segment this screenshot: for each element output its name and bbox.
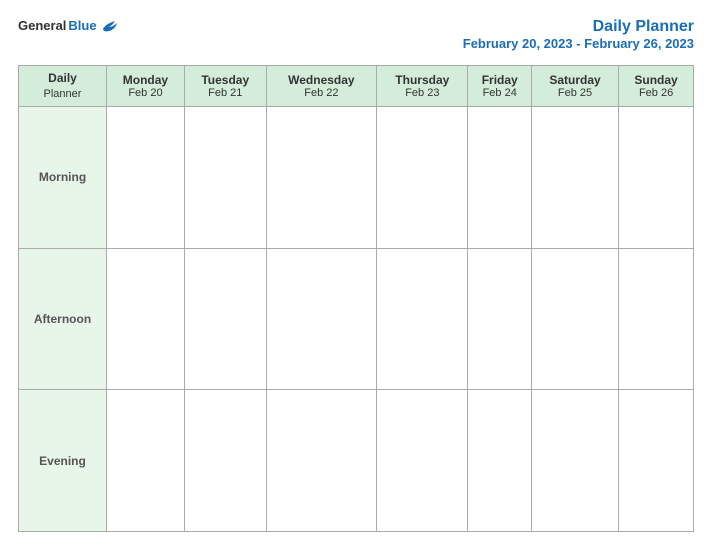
label-day1: Daily (21, 71, 104, 87)
morning-sat-cell[interactable] (531, 106, 618, 248)
thu-name: Thursday (379, 73, 465, 87)
evening-sat-cell[interactable] (531, 390, 618, 532)
tue-date: Feb 21 (187, 87, 264, 99)
title-area: Daily Planner February 20, 2023 - Februa… (463, 18, 694, 51)
logo-general-text: General (18, 18, 66, 33)
morning-sun-cell[interactable] (619, 106, 694, 248)
col-header-wed: Wednesday Feb 22 (266, 66, 377, 107)
afternoon-wed-cell[interactable] (266, 248, 377, 390)
label-day2: Planner (21, 87, 104, 101)
col-header-tue: Tuesday Feb 21 (184, 66, 266, 107)
col-header-sat: Saturday Feb 25 (531, 66, 618, 107)
evening-sun-cell[interactable] (619, 390, 694, 532)
afternoon-sat-cell[interactable] (531, 248, 618, 390)
thu-date: Feb 23 (379, 87, 465, 99)
afternoon-sun-cell[interactable] (619, 248, 694, 390)
tue-name: Tuesday (187, 73, 264, 87)
morning-mon-cell[interactable] (107, 106, 185, 248)
morning-wed-cell[interactable] (266, 106, 377, 248)
col-header-thu: Thursday Feb 23 (377, 66, 468, 107)
afternoon-fri-cell[interactable] (468, 248, 531, 390)
morning-tue-cell[interactable] (184, 106, 266, 248)
logo-blue-text: Blue (68, 18, 96, 33)
logo-bird-icon (101, 19, 119, 33)
evening-thu-cell[interactable] (377, 390, 468, 532)
header-row: Daily Planner Monday Feb 20 Tuesday Feb … (19, 66, 694, 107)
mon-date: Feb 20 (109, 87, 182, 99)
mon-name: Monday (109, 73, 182, 87)
morning-fri-cell[interactable] (468, 106, 531, 248)
afternoon-thu-cell[interactable] (377, 248, 468, 390)
evening-fri-cell[interactable] (468, 390, 531, 532)
morning-thu-cell[interactable] (377, 106, 468, 248)
row-afternoon: Afternoon (19, 248, 694, 390)
afternoon-mon-cell[interactable] (107, 248, 185, 390)
col-header-fri: Friday Feb 24 (468, 66, 531, 107)
wed-date: Feb 22 (269, 87, 375, 99)
afternoon-label: Afternoon (19, 248, 107, 390)
fri-date: Feb 24 (470, 87, 528, 99)
col-header-sun: Sunday Feb 26 (619, 66, 694, 107)
col-header-mon: Monday Feb 20 (107, 66, 185, 107)
sat-date: Feb 25 (534, 87, 616, 99)
evening-tue-cell[interactable] (184, 390, 266, 532)
row-evening: Evening (19, 390, 694, 532)
col-header-label: Daily Planner (19, 66, 107, 107)
wed-name: Wednesday (269, 73, 375, 87)
logo: General Blue (18, 18, 119, 33)
header: General Blue Daily Planner February 20, … (18, 18, 694, 51)
afternoon-tue-cell[interactable] (184, 248, 266, 390)
planner-title: Daily Planner (463, 18, 694, 36)
sun-date: Feb 26 (621, 87, 691, 99)
calendar-table: Daily Planner Monday Feb 20 Tuesday Feb … (18, 65, 694, 532)
evening-mon-cell[interactable] (107, 390, 185, 532)
sat-name: Saturday (534, 73, 616, 87)
evening-label: Evening (19, 390, 107, 532)
row-morning: Morning (19, 106, 694, 248)
fri-name: Friday (470, 73, 528, 87)
sun-name: Sunday (621, 73, 691, 87)
evening-wed-cell[interactable] (266, 390, 377, 532)
page: General Blue Daily Planner February 20, … (0, 0, 712, 550)
date-range: February 20, 2023 - February 26, 2023 (463, 36, 694, 51)
logo-area: General Blue (18, 18, 119, 33)
morning-label: Morning (19, 106, 107, 248)
